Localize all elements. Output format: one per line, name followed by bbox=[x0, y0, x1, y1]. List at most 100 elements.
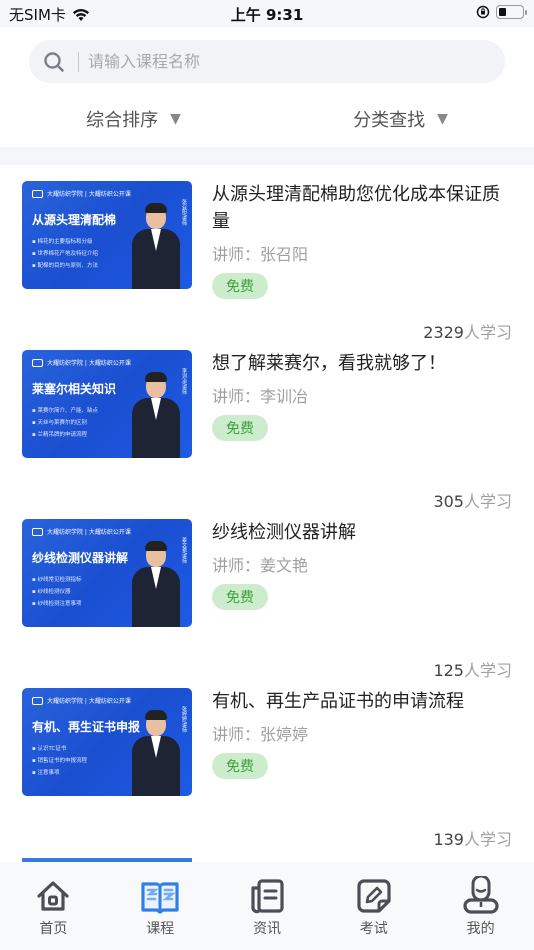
tab-home[interactable]: 首页 bbox=[0, 862, 107, 950]
battery-icon bbox=[496, 5, 527, 19]
tab-exam[interactable]: 考试 bbox=[320, 862, 427, 950]
thumbnail-bullet: 棉花的主要指标和分级 bbox=[32, 236, 98, 248]
search-icon bbox=[44, 51, 64, 72]
course-info: 纱线检测仪器讲解 讲师：姜文艳 免费 bbox=[212, 519, 512, 610]
tab-courses[interactable]: 课程 bbox=[107, 862, 214, 950]
academy-logo-icon bbox=[32, 696, 43, 705]
thumbnail-bullet: 兰精吊牌的申请流程 bbox=[32, 429, 98, 441]
thumbnail-bullet: 莱赛尔简介、产能、缺点 bbox=[32, 405, 98, 417]
learners-count: 139人学习 bbox=[433, 826, 512, 850]
course-thumbnail[interactable]: 大耀纺织学院 | 大耀纺织公开课 莱塞尔相关知识 莱赛尔简介、产能、缺点 天丝与… bbox=[22, 350, 192, 458]
profile-icon bbox=[462, 876, 499, 914]
course-thumbnail[interactable]: 大耀纺织学院 | 大耀纺织公开课 从源头理清配棉 棉花的主要指标和分级 世界棉花… bbox=[22, 181, 192, 289]
thumbnail-bullet: 配棉的目的与原则、方法 bbox=[32, 260, 98, 272]
free-badge: 免费 bbox=[212, 584, 268, 610]
tab-news-label: 资讯 bbox=[252, 921, 281, 937]
orientation-lock-icon bbox=[476, 5, 490, 19]
thumbnail-lecturer-tag: 姜文艳/讲师 bbox=[181, 537, 187, 564]
triangle-down-icon: ▼ bbox=[437, 111, 448, 127]
thumbnail-lecturer-tag: 张婷婷/讲师 bbox=[181, 706, 187, 733]
status-time: 上午 9:31 bbox=[230, 6, 304, 24]
search-input[interactable] bbox=[88, 52, 468, 71]
learners-number: 139 bbox=[433, 830, 464, 849]
course-thumbnail[interactable]: 大耀纺织学院 | 大耀纺织公开课 有机、再生证书申报 认识TC证书 销售证书的申… bbox=[22, 688, 192, 796]
course-lecturer: 讲师：李训冶 bbox=[212, 387, 309, 406]
thumbnail-title: 纱线检测仪器讲解 bbox=[32, 551, 129, 565]
search-cursor-divider bbox=[78, 51, 79, 72]
thumbnail-bullet: 天丝与莱赛尔的区别 bbox=[32, 417, 98, 429]
course-info: 有机、再生产品证书的申请流程 讲师：张婷婷 免费 bbox=[212, 688, 512, 779]
filter-bar: 综合排序 ▼ 分类查找 ▼ bbox=[0, 96, 534, 142]
triangle-down-icon: ▼ bbox=[170, 111, 181, 127]
thumbnail-bullets: 纱线常见检测指标 纱线检测仪器 纱线检测注意事项 bbox=[32, 574, 82, 610]
section-divider bbox=[0, 147, 534, 165]
free-badge: 免费 bbox=[212, 753, 268, 779]
exam-icon bbox=[357, 879, 391, 913]
course-lecturer: 讲师：姜文艳 bbox=[212, 556, 309, 575]
thumbnail-header: 大耀纺织学院 | 大耀纺织公开课 bbox=[32, 189, 131, 198]
thumbnail-header-text: 大耀纺织学院 | 大耀纺织公开课 bbox=[47, 529, 131, 536]
thumbnail-bullet: 销售证书的申报流程 bbox=[32, 755, 87, 767]
home-icon bbox=[37, 881, 69, 911]
thumbnail-header: 大耀纺织学院 | 大耀纺织公开课 bbox=[32, 527, 131, 536]
tab-profile[interactable]: 我的 bbox=[427, 862, 534, 950]
tab-exam-label: 考试 bbox=[359, 921, 388, 937]
sort-dropdown-label: 综合排序 bbox=[86, 110, 159, 131]
lecturer-photo bbox=[132, 710, 180, 796]
course-item[interactable]: 大耀纺织学院 | 大耀纺织公开课 纱线检测仪器讲解 纱线常见检测指标 纱线检测仪… bbox=[0, 503, 534, 680]
sort-dropdown[interactable]: 综合排序 ▼ bbox=[0, 96, 267, 142]
thumbnail-lecturer-tag: 张召阳/讲师 bbox=[181, 199, 187, 226]
thumbnail-title: 莱塞尔相关知识 bbox=[32, 382, 117, 396]
course-list: 大耀纺织学院 | 大耀纺织公开课 从源头理清配棉 棉花的主要指标和分级 世界棉花… bbox=[0, 165, 534, 849]
bottom-tab-bar: 首页 课程 资讯 考试 我的 bbox=[0, 862, 534, 950]
thumbnail-lecturer-tag: 李训冶/讲师 bbox=[181, 368, 187, 395]
course-item[interactable]: 大耀纺织学院 | 大耀纺织公开课 莱塞尔相关知识 莱赛尔简介、产能、缺点 天丝与… bbox=[0, 334, 534, 511]
thumbnail-title: 从源头理清配棉 bbox=[32, 213, 117, 227]
search-bar[interactable] bbox=[29, 40, 505, 83]
course-title[interactable]: 想了解莱赛尔，看我就够了！ bbox=[212, 350, 512, 377]
tab-home-label: 首页 bbox=[39, 921, 68, 937]
lecturer-photo bbox=[132, 372, 180, 458]
thumbnail-bullet: 纱线常见检测指标 bbox=[32, 574, 81, 586]
course-item[interactable]: 大耀纺织学院 | 大耀纺织公开课 有机、再生证书申报 认识TC证书 销售证书的申… bbox=[0, 672, 534, 849]
thumbnail-header: 大耀纺织学院 | 大耀纺织公开课 bbox=[32, 358, 131, 367]
thumbnail-header-text: 大耀纺织学院 | 大耀纺织公开课 bbox=[47, 360, 131, 367]
course-title[interactable]: 从源头理清配棉助您优化成本保证质量 bbox=[212, 181, 512, 235]
thumbnail-bullets: 莱赛尔简介、产能、缺点 天丝与莱赛尔的区别 兰精吊牌的申请流程 bbox=[32, 405, 98, 441]
course-lecturer: 讲师：张婷婷 bbox=[212, 725, 309, 744]
lecturer-photo bbox=[132, 541, 180, 627]
lecturer-photo bbox=[132, 203, 180, 289]
learners-suffix: 人学习 bbox=[463, 830, 512, 849]
tab-profile-label: 我的 bbox=[466, 921, 495, 937]
thumbnail-bullet: 纱线检测仪器 bbox=[32, 586, 82, 598]
thumbnail-title: 有机、再生证书申报 bbox=[32, 720, 141, 734]
status-right bbox=[476, 5, 527, 19]
course-thumbnail[interactable]: 大耀纺织学院 | 大耀纺织公开课 纱线检测仪器讲解 纱线常见检测指标 纱线检测仪… bbox=[22, 519, 192, 627]
thumbnail-bullet: 认识TC证书 bbox=[32, 743, 87, 755]
academy-logo-icon bbox=[32, 189, 43, 198]
thumbnail-header-text: 大耀纺织学院 | 大耀纺织公开课 bbox=[47, 698, 131, 705]
battery-level bbox=[499, 8, 506, 16]
course-info: 从源头理清配棉助您优化成本保证质量 讲师：张召阳 免费 bbox=[212, 181, 512, 299]
tab-courses-label: 课程 bbox=[146, 921, 175, 937]
tab-news[interactable]: 资讯 bbox=[214, 862, 321, 950]
thumbnail-header: 大耀纺织学院 | 大耀纺织公开课 bbox=[32, 696, 131, 705]
thumbnail-header-text: 大耀纺织学院 | 大耀纺织公开课 bbox=[47, 191, 131, 198]
free-badge: 免费 bbox=[212, 273, 268, 299]
course-title[interactable]: 有机、再生产品证书的申请流程 bbox=[212, 688, 512, 715]
course-lecturer: 讲师：张召阳 bbox=[212, 245, 309, 264]
book-icon bbox=[141, 882, 179, 914]
news-icon bbox=[251, 879, 284, 914]
thumbnail-bullets: 认识TC证书 销售证书的申报流程 注意事项 bbox=[32, 743, 87, 779]
thumbnail-bullet: 世界棉花产地及特征介绍 bbox=[32, 248, 98, 260]
thumbnail-bullets: 棉花的主要指标和分级 世界棉花产地及特征介绍 配棉的目的与原则、方法 bbox=[32, 236, 98, 272]
course-item[interactable]: 大耀纺织学院 | 大耀纺织公开课 从源头理清配棉 棉花的主要指标和分级 世界棉花… bbox=[0, 165, 534, 342]
course-title[interactable]: 纱线检测仪器讲解 bbox=[212, 519, 512, 546]
category-dropdown-label: 分类查找 bbox=[353, 110, 426, 131]
status-bar: 无SIM卡 上午 9:31 bbox=[0, 0, 534, 27]
thumbnail-bullet: 纱线检测注意事项 bbox=[32, 598, 81, 610]
free-badge: 免费 bbox=[212, 415, 268, 441]
thumbnail-bullet: 注意事项 bbox=[32, 767, 87, 779]
academy-logo-icon bbox=[32, 527, 43, 536]
category-dropdown[interactable]: 分类查找 ▼ bbox=[267, 96, 534, 142]
